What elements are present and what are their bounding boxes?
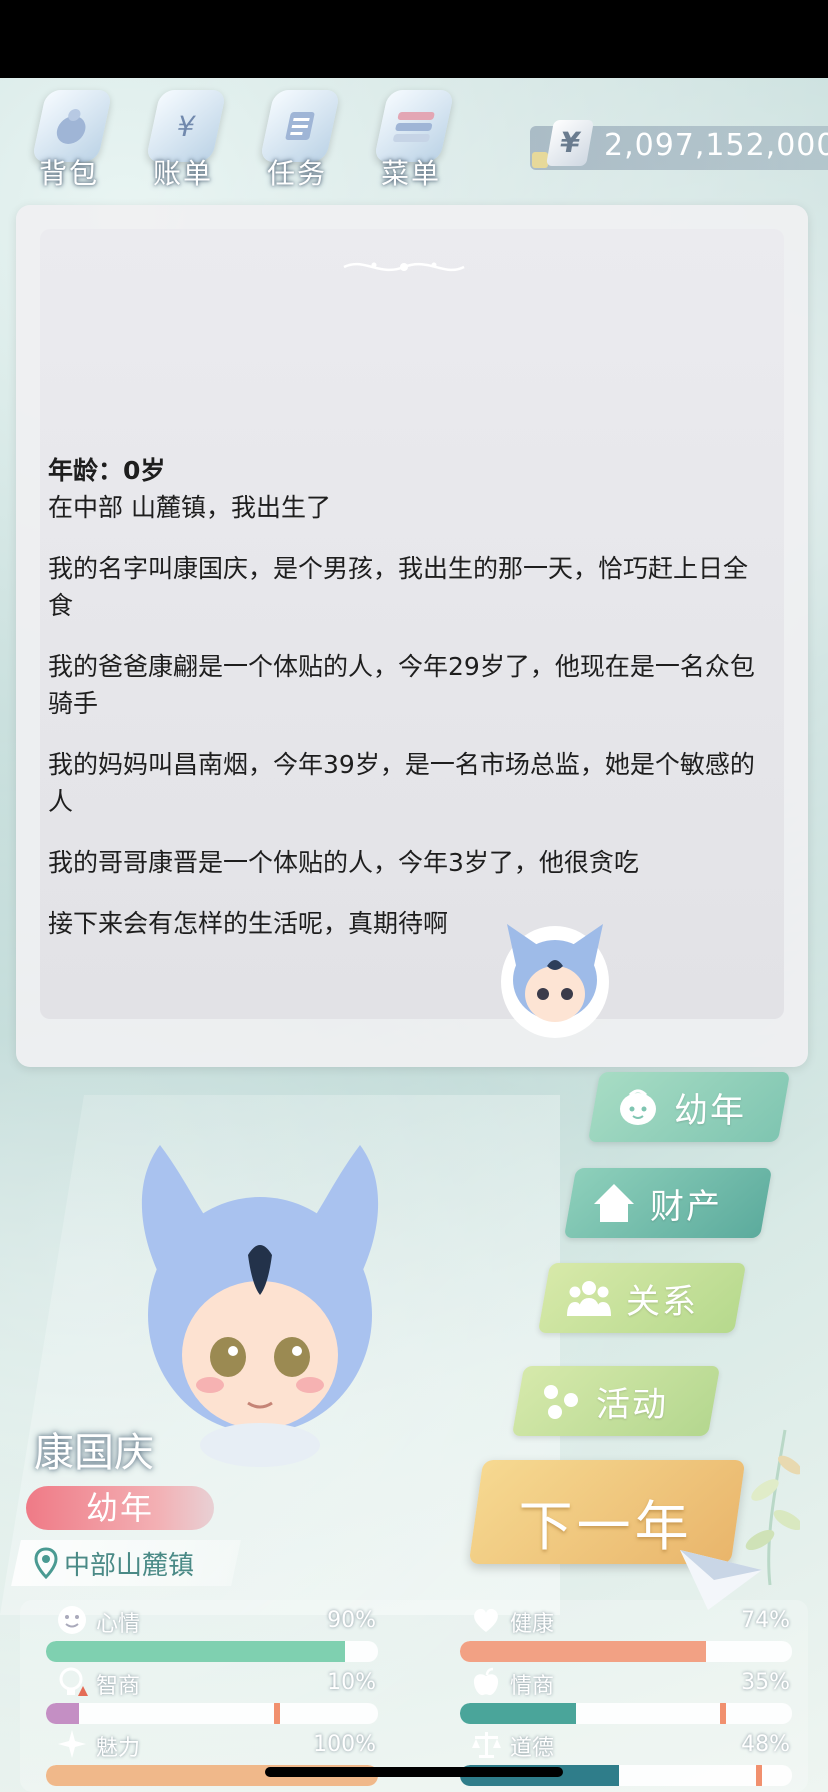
story-paragraph: 我的名字叫康国庆，是个男孩，我出生的那一天，恰巧赶上日全食 bbox=[48, 554, 749, 620]
property-label: 财产 bbox=[650, 1186, 722, 1227]
heart-icon bbox=[474, 1608, 498, 1632]
stat-iq-marker bbox=[274, 1703, 280, 1724]
stat-morality-label: 道德 bbox=[510, 1736, 555, 1761]
bulb-icon bbox=[59, 1667, 88, 1696]
ornament-icon bbox=[343, 262, 465, 272]
stage-childhood-label: 幼年 bbox=[674, 1090, 746, 1131]
menu-task-label: 任务 bbox=[266, 157, 327, 190]
menu-bill-button[interactable]: ¥ 账单 bbox=[128, 90, 238, 190]
apple-icon bbox=[473, 1667, 499, 1696]
stat-iq: 智商 10% bbox=[42, 1666, 382, 1724]
people-icon bbox=[567, 1281, 611, 1316]
house-icon bbox=[594, 1184, 634, 1222]
stat-health-label: 健康 bbox=[510, 1612, 555, 1637]
stat-iq-bar bbox=[46, 1703, 378, 1724]
character-avatar[interactable] bbox=[130, 1125, 390, 1475]
stat-mood: 心情 90% bbox=[42, 1604, 382, 1662]
property-button[interactable]: 财产 bbox=[563, 1168, 773, 1238]
stat-mood-value: 90% bbox=[327, 1608, 376, 1633]
story-paragraph: 我的哥哥康晋是一个体贴的人，今年3岁了，他很贪吃 bbox=[48, 848, 639, 877]
stat-charm: 魅力 100% bbox=[42, 1728, 382, 1786]
status-bar bbox=[0, 0, 828, 78]
menu-bag-label: 背包 bbox=[38, 157, 99, 190]
stat-health-bar bbox=[460, 1641, 792, 1662]
stat-health-fill bbox=[460, 1641, 706, 1662]
stat-charm-label: 魅力 bbox=[96, 1736, 141, 1761]
stat-morality-value: 48% bbox=[741, 1732, 790, 1757]
stage-childhood-button[interactable]: 幼年 bbox=[587, 1072, 791, 1142]
character-name: 康国庆 bbox=[34, 1430, 154, 1476]
yuan-icon: ¥ bbox=[545, 120, 595, 166]
activity-button[interactable]: 活动 bbox=[511, 1366, 721, 1436]
stat-mood-label: 心情 bbox=[96, 1612, 141, 1637]
menu-bag-button[interactable]: 背包 bbox=[14, 90, 124, 190]
stat-charm-value: 100% bbox=[313, 1732, 376, 1757]
location-pin-icon bbox=[34, 1547, 58, 1579]
stat-health: 健康 74% bbox=[456, 1604, 796, 1662]
character-location: 中部山麓镇 bbox=[11, 1540, 241, 1586]
stat-iq-label: 智商 bbox=[96, 1674, 141, 1699]
menu-task-button[interactable]: 任务 bbox=[242, 90, 352, 190]
coin-icon bbox=[532, 152, 548, 168]
story-paragraph: 在中部 山麓镇，我出生了 bbox=[48, 493, 331, 522]
relationship-label: 关系 bbox=[626, 1281, 698, 1322]
story-paragraph: 我的妈妈叫昌南烟，今年39岁，是一名市场总监，她是个敏感的人 bbox=[48, 750, 755, 816]
smile-icon bbox=[58, 1606, 86, 1634]
character-stage-badge: 幼年 bbox=[26, 1486, 214, 1530]
story-text: 年龄：0岁 在中部 山麓镇，我出生了 我的名字叫康国庆，是个男孩，我出生的那一天… bbox=[48, 452, 768, 966]
relationship-button[interactable]: 关系 bbox=[537, 1263, 747, 1333]
money-value: 2,097,152,000 bbox=[604, 128, 828, 163]
menu-bill-label: 账单 bbox=[152, 157, 213, 190]
svg-text:¥: ¥ bbox=[173, 110, 198, 143]
stat-eq-fill bbox=[460, 1703, 577, 1724]
stat-eq-marker bbox=[720, 1703, 726, 1724]
scale-icon bbox=[472, 1732, 501, 1758]
stat-health-value: 74% bbox=[741, 1608, 790, 1633]
stat-morality-marker bbox=[756, 1765, 762, 1786]
dots-icon bbox=[544, 1385, 578, 1419]
home-indicator[interactable] bbox=[265, 1767, 563, 1777]
story-paragraph: 我的爸爸康翩是一个体贴的人，今年29岁了，他现在是一名众包骑手 bbox=[48, 652, 755, 718]
location-text: 中部山麓镇 bbox=[64, 1550, 195, 1581]
sparkle-icon bbox=[58, 1730, 86, 1758]
stat-eq-bar bbox=[460, 1703, 792, 1724]
money-display: ¥ 2,097,152,000 bbox=[530, 120, 828, 170]
stat-iq-fill bbox=[46, 1703, 80, 1724]
stat-morality: 道德 48% bbox=[456, 1728, 796, 1786]
stat-mood-fill bbox=[46, 1641, 345, 1662]
stat-iq-value: 10% bbox=[327, 1670, 376, 1695]
activity-label: 活动 bbox=[596, 1384, 668, 1425]
story-paragraph: 接下来会有怎样的生活呢，真期待啊 bbox=[48, 909, 449, 938]
baby-sticker-icon bbox=[501, 924, 609, 1038]
menu-menu-label: 菜单 bbox=[380, 157, 441, 190]
stat-mood-bar bbox=[46, 1641, 378, 1662]
stat-eq-label: 情商 bbox=[510, 1674, 555, 1699]
menu-menu-button[interactable]: 菜单 bbox=[356, 90, 466, 190]
age-line: 年龄：0岁 bbox=[48, 456, 166, 485]
baby-face-icon bbox=[620, 1089, 656, 1125]
stat-eq: 情商 35% bbox=[456, 1666, 796, 1724]
stat-eq-value: 35% bbox=[741, 1670, 790, 1695]
